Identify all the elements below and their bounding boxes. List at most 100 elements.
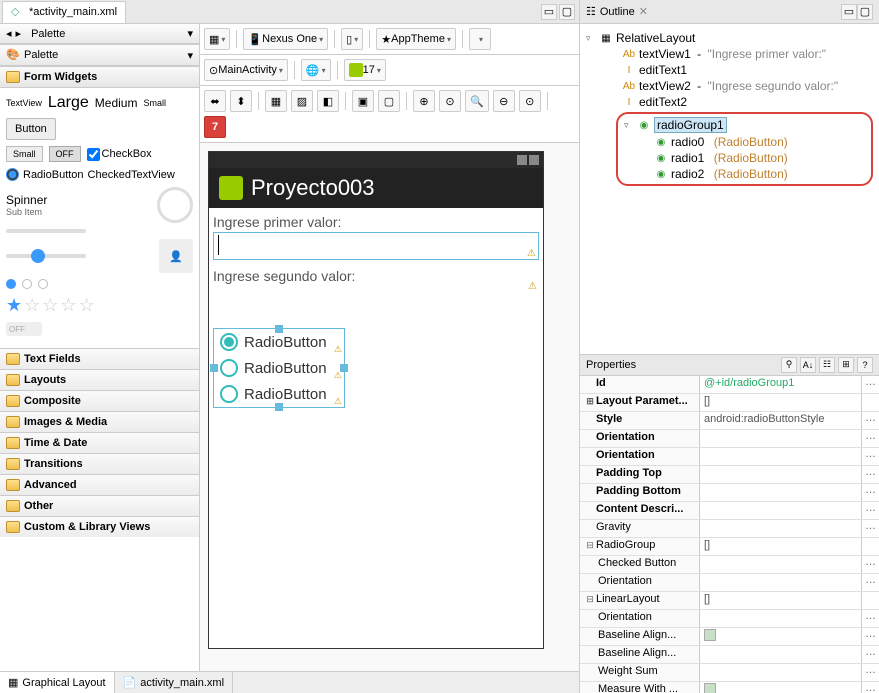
collapse-icon[interactable]: ▿ <box>586 33 596 44</box>
outline-node-relativelayout[interactable]: ▿ ▦ RelativeLayout <box>586 30 873 46</box>
outline-node-edittext2[interactable]: I editText2 <box>586 94 873 110</box>
more-button[interactable]: … <box>861 664 879 681</box>
outline-node-textview2[interactable]: Ab textView2 - "Ingrese segundo valor:" <box>586 78 873 94</box>
properties-table[interactable]: Id @+id/radioGroup1 … ⊞Layout Paramet...… <box>580 376 879 693</box>
section-custom-library[interactable]: Custom & Library Views <box>0 516 199 537</box>
prop-tool-categories[interactable]: ☷ <box>819 357 835 373</box>
section-advanced[interactable]: Advanced <box>0 474 199 495</box>
palette-seekbar[interactable] <box>6 254 86 258</box>
toggle-height-button[interactable]: ⬍ <box>230 90 252 112</box>
outline-node-edittext1[interactable]: I editText1 <box>586 62 873 78</box>
more-button[interactable]: … <box>861 484 879 501</box>
more-button[interactable]: … <box>861 628 879 645</box>
tab-xml-source[interactable]: 📄 activity_main.xml <box>115 672 233 693</box>
prop-row-orientation3[interactable]: Orientation … <box>580 574 879 592</box>
orientation-dropdown[interactable]: ▯ <box>341 28 363 50</box>
tab-graphical-layout[interactable]: ▦ Graphical Layout <box>0 672 115 693</box>
activity-dropdown[interactable]: ⊙ MainActivity <box>204 59 288 81</box>
device-dropdown[interactable]: 📱 Nexus One <box>243 28 328 50</box>
toggle-outline-button[interactable]: ▣ <box>352 90 374 112</box>
locale-dropdown[interactable]: 🌐 <box>301 59 331 81</box>
more-button[interactable]: … <box>861 682 879 693</box>
more-button[interactable]: … <box>861 412 879 429</box>
palette-medium-text[interactable]: Medium <box>95 96 138 110</box>
prop-row-baseline-align1[interactable]: Baseline Align... … <box>580 628 879 646</box>
palette-radiobutton[interactable]: RadioButton <box>23 169 84 181</box>
palette-small-button[interactable]: Small <box>6 146 43 162</box>
maximize-outline-button[interactable]: ▢ <box>857 4 873 20</box>
palette-progressbar[interactable] <box>6 229 86 233</box>
zoom-100-button[interactable]: ⊙ <box>439 90 461 112</box>
design-canvas[interactable]: Proyecto003 Ingrese primer valor: ⚠ Ingr… <box>200 143 579 671</box>
preview-edittext1[interactable]: ⚠ <box>213 232 539 260</box>
prop-tool-help[interactable]: ? <box>857 357 873 373</box>
more-button[interactable]: … <box>861 520 879 537</box>
config-dropdown[interactable]: ▦ <box>204 28 230 50</box>
more-button[interactable]: … <box>861 574 879 591</box>
palette-quickcontact[interactable]: 👤 <box>159 239 193 273</box>
palette-progress-circle[interactable] <box>157 187 193 223</box>
palette-radio-input[interactable] <box>6 168 19 181</box>
collapse-icon[interactable]: ▿ <box>624 120 634 131</box>
prop-row-measure-with[interactable]: Measure With ... … <box>580 682 879 693</box>
preview-textview1[interactable]: Ingrese primer valor: <box>213 214 539 230</box>
outline-node-radio2[interactable]: ◉ radio2 (RadioButton) <box>624 166 865 182</box>
outline-node-radio0[interactable]: ◉ radio0 (RadioButton) <box>624 134 865 150</box>
minimize-outline-button[interactable]: ▭ <box>841 4 857 20</box>
palette-dropdown-icon[interactable]: ▾ <box>187 49 193 62</box>
maximize-editor-button[interactable]: ▢ <box>559 4 575 20</box>
palette-ratingbar[interactable]: ★ ☆ ☆ ☆ ☆ <box>6 295 193 316</box>
palette-back-icon[interactable]: ◂ <box>6 27 12 40</box>
prop-row-weight-sum[interactable]: Weight Sum … <box>580 664 879 682</box>
theme-dropdown[interactable]: ★ AppTheme <box>376 28 456 50</box>
prop-row-radiogroup[interactable]: ⊟RadioGroup [] <box>580 538 879 556</box>
prop-row-orientation4[interactable]: Orientation … <box>580 610 879 628</box>
toggle-viewport-button[interactable]: ▢ <box>378 90 400 112</box>
prop-row-linearlayout[interactable]: ⊟LinearLayout [] <box>580 592 879 610</box>
section-time-date[interactable]: Time & Date <box>0 432 199 453</box>
prop-row-orientation[interactable]: Orientation … <box>580 430 879 448</box>
palette-button[interactable]: Button <box>6 118 56 140</box>
palette-spinner[interactable]: Spinner Sub Item <box>6 193 47 217</box>
more-button[interactable]: … <box>861 502 879 519</box>
more-button[interactable]: … <box>861 646 879 663</box>
more-button[interactable]: … <box>861 448 879 465</box>
section-text-fields[interactable]: Text Fields <box>0 348 199 369</box>
api-dropdown[interactable]: 17 <box>344 59 386 81</box>
zoom-in-button[interactable]: 🔍 <box>465 90 489 112</box>
palette-checkbox[interactable]: CheckBox <box>87 148 152 161</box>
palette-checkedtextview[interactable]: CheckedTextView <box>88 169 175 181</box>
extras-dropdown[interactable] <box>469 28 491 50</box>
prop-row-padding-bottom[interactable]: Padding Bottom … <box>580 484 879 502</box>
editor-tab-activity-main[interactable]: ◇ *activity_main.xml <box>2 1 126 23</box>
prop-row-orientation2[interactable]: Orientation … <box>580 448 879 466</box>
zoom-out-button[interactable]: ⊖ <box>493 90 515 112</box>
zoom-real-button[interactable]: ⊙ <box>519 90 541 112</box>
prop-tool-az[interactable]: A↓ <box>800 357 816 373</box>
section-layouts[interactable]: Layouts <box>0 369 199 390</box>
preview-radio0[interactable]: RadioButton ⚠ <box>214 329 344 355</box>
prop-row-baseline-align2[interactable]: Baseline Align... … <box>580 646 879 664</box>
prop-tool-filter[interactable]: ⚲ <box>781 357 797 373</box>
prop-row-style[interactable]: Style android:radioButtonStyle … <box>580 412 879 430</box>
checkbox-input[interactable] <box>87 148 100 161</box>
prop-row-id[interactable]: Id @+id/radioGroup1 … <box>580 376 879 394</box>
gravity-button[interactable]: ◧ <box>317 90 339 112</box>
outline-tree[interactable]: ▿ ▦ RelativeLayout Ab textView1 - "Ingre… <box>580 24 879 354</box>
outline-node-textview1[interactable]: Ab textView1 - "Ingrese primer valor:" <box>586 46 873 62</box>
prop-row-padding-top[interactable]: Padding Top … <box>580 466 879 484</box>
prop-tool-advanced[interactable]: ⊞ <box>838 357 854 373</box>
palette-small-text[interactable]: Small <box>143 98 166 108</box>
more-button[interactable]: … <box>861 430 879 447</box>
palette-textview[interactable]: TextView <box>6 98 42 108</box>
preview-radiogroup[interactable]: RadioButton ⚠ RadioButton ⚠ <box>213 328 345 408</box>
section-other[interactable]: Other <box>0 495 199 516</box>
minimize-editor-button[interactable]: ▭ <box>541 4 557 20</box>
outline-node-radio1[interactable]: ◉ radio1 (RadioButton) <box>624 150 865 166</box>
section-transitions[interactable]: Transitions <box>0 453 199 474</box>
preview-textview2[interactable]: Ingrese segundo valor: <box>213 268 539 284</box>
show-margins-button[interactable]: ▨ <box>291 90 313 112</box>
more-button[interactable]: … <box>861 376 879 393</box>
lint-issues-button[interactable]: 7 <box>204 116 226 138</box>
palette-switch[interactable]: OFF <box>6 322 42 336</box>
